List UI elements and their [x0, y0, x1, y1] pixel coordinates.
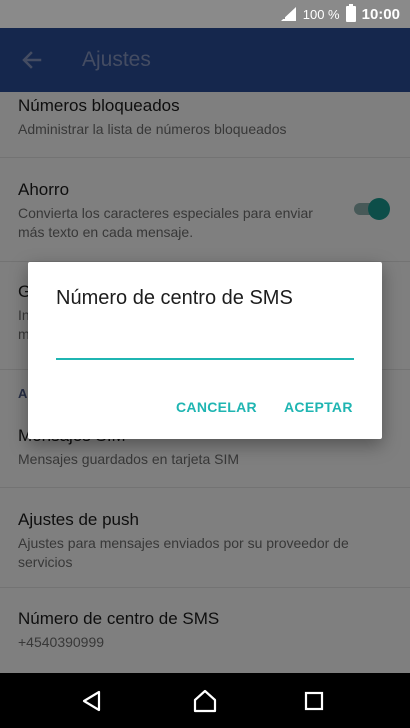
nav-home-button[interactable]: [191, 687, 219, 715]
sms-center-dialog: Número de centro de SMS CANCELAR ACEPTAR: [28, 262, 382, 439]
nav-back-button[interactable]: [78, 687, 106, 715]
clock: 10:00: [361, 5, 400, 23]
status-indicators: 100 % 10:00: [280, 0, 400, 28]
recents-square-icon: [304, 691, 324, 711]
navigation-bar: [0, 673, 410, 728]
nav-recents-button[interactable]: [300, 687, 328, 715]
battery-icon: [345, 4, 356, 22]
back-triangle-icon: [82, 690, 101, 712]
sms-center-input[interactable]: [56, 332, 354, 360]
home-icon: [193, 689, 217, 713]
signal-icon: [280, 7, 296, 21]
accept-button[interactable]: ACEPTAR: [284, 399, 353, 415]
status-bar: 100 % 10:00: [0, 0, 410, 28]
cancel-button[interactable]: CANCELAR: [176, 399, 257, 415]
battery-percent: 100 %: [302, 6, 340, 22]
dialog-title: Número de centro de SMS: [56, 287, 293, 309]
